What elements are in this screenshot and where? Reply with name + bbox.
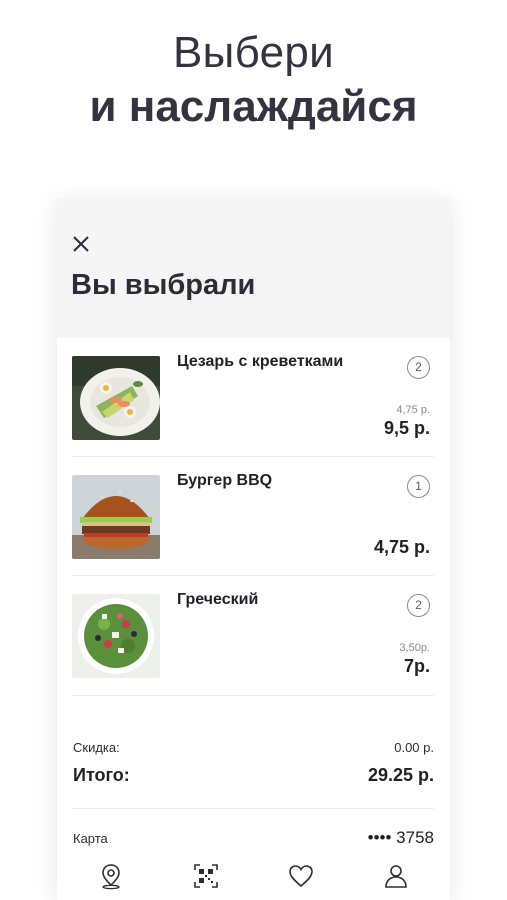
heart-icon[interactable] bbox=[287, 862, 315, 890]
item-name: Цезарь с креветками bbox=[177, 353, 344, 370]
item-price: 9,5 р. bbox=[383, 418, 430, 438]
list-item[interactable]: Цезарь с креветками 2 4,75 р. 9,5 р. bbox=[71, 338, 434, 448]
divider bbox=[71, 808, 434, 809]
location-pin-icon[interactable] bbox=[97, 862, 125, 890]
card-label: Карта bbox=[73, 831, 108, 846]
hero-title-line1: Выбери bbox=[173, 28, 334, 77]
greek-salad-image bbox=[72, 594, 160, 678]
quantity-badge[interactable]: 1 bbox=[407, 475, 430, 498]
page-title: Вы выбрали bbox=[71, 269, 256, 301]
user-icon[interactable] bbox=[382, 862, 410, 890]
item-price: 4,75 р. bbox=[373, 537, 430, 557]
discount-label: Скидка: bbox=[73, 740, 120, 755]
bottom-tab-bar bbox=[57, 850, 450, 900]
unit-price: 4,75 р. bbox=[396, 404, 430, 416]
total-label: Итого: bbox=[73, 765, 130, 785]
divider bbox=[71, 695, 434, 696]
caesar-salad-image bbox=[72, 356, 160, 440]
unit-price: 3,50р. bbox=[399, 642, 430, 654]
hero: Выбери и наслаждайся bbox=[0, 28, 507, 134]
discount-value: 0.00 р. bbox=[394, 740, 434, 755]
order-card: Вы выбрали Цезарь с креветками 2 4,75 р.… bbox=[57, 198, 450, 900]
hero-title-line2: и наслаждайся bbox=[89, 82, 418, 131]
total-value: 29.25 р. bbox=[367, 765, 434, 785]
discount-row: Скидка: 0.00 р. bbox=[73, 740, 434, 758]
payment-card-row[interactable]: Карта •••• 3758 bbox=[73, 828, 434, 850]
item-price: 7р. bbox=[403, 656, 430, 676]
item-name: Греческий bbox=[177, 591, 259, 608]
qr-code-icon[interactable] bbox=[192, 862, 220, 890]
quantity-badge[interactable]: 2 bbox=[407, 594, 430, 617]
close-icon[interactable] bbox=[71, 234, 91, 254]
item-name: Бургер BBQ bbox=[177, 472, 273, 489]
burger-image bbox=[72, 475, 160, 559]
order-card-header: Вы выбрали bbox=[57, 198, 450, 338]
quantity-badge[interactable]: 2 bbox=[407, 356, 430, 379]
list-item[interactable]: Греческий 2 3,50р. 7р. bbox=[71, 576, 434, 686]
total-row: Итого: 29.25 р. bbox=[73, 765, 434, 789]
card-number: •••• 3758 bbox=[367, 828, 434, 847]
list-item[interactable]: Бургер BBQ 1 4,75 р. bbox=[71, 457, 434, 567]
